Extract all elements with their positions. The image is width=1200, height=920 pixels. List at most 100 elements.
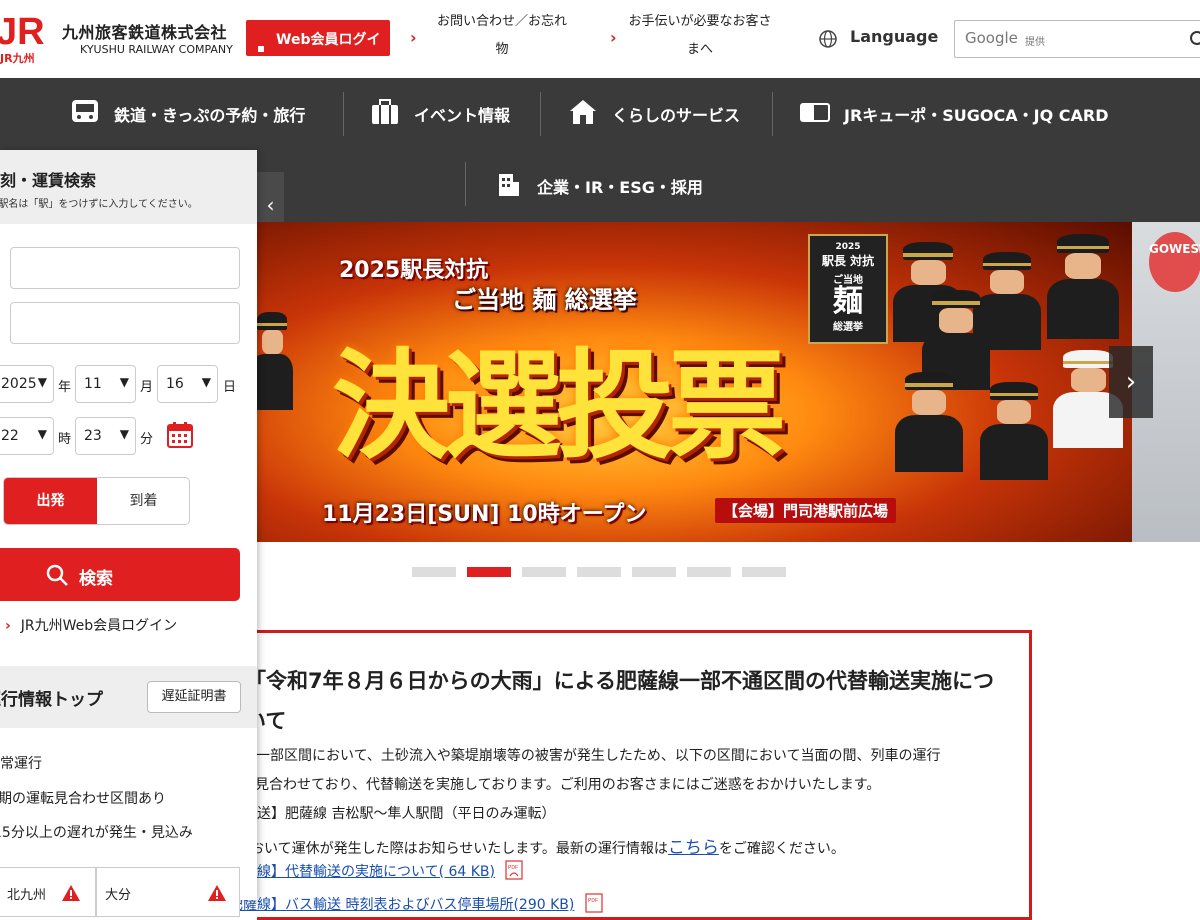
pdf-icon: PDF <box>505 860 524 880</box>
assistance-link-line2: まへ <box>686 42 713 57</box>
minute-value: 23 <box>84 428 102 444</box>
station-master-figure <box>1046 234 1120 339</box>
nav-divider <box>343 92 344 136</box>
calendar-icon[interactable] <box>166 421 194 449</box>
hero-banner[interactable]: 2025 駅長 対抗 ご当地 麺 総選挙 2025駅長対抗 ご当地 麺 総選挙 … <box>257 222 1200 542</box>
nav-divider <box>465 162 466 206</box>
login-icon <box>258 46 264 52</box>
minute-unit: 分 <box>140 432 154 447</box>
nav-divider <box>540 92 541 136</box>
panel-title: 時刻・運賃検索 <box>0 171 97 190</box>
area-name: 北九州 <box>7 888 47 903</box>
notice-title: 「令和7年８月６日からの大雨」による肥薩線一部不通区間の代替輸送実施について <box>245 669 994 733</box>
legend-suspended: 長期の運転見合わせ区間あり <box>0 791 166 807</box>
delay-certificate-button[interactable]: 遅延証明書 <box>147 681 241 713</box>
operation-info-title[interactable]: 運行情報トップ <box>0 685 103 710</box>
train-icon <box>72 100 98 122</box>
web-member-login-button[interactable]: Web会員ログイ <box>246 20 390 56</box>
slide-dot[interactable] <box>467 567 511 577</box>
year-unit: 年 <box>58 380 72 395</box>
assistance-link[interactable]: お手伝いが必要なお客さ まへ <box>620 8 780 64</box>
timetable-search-panel: 時刻・運賃検索 ※駅名は「駅」をつけずに入力してください。 2025▼ 年 11… <box>0 150 257 917</box>
hour-value: 22 <box>1 428 19 444</box>
slide-dot[interactable] <box>522 567 566 577</box>
year-select[interactable]: 2025 ▼ <box>0 365 54 403</box>
caret-down-icon: ▼ <box>201 375 211 389</box>
pdf-link-row: 【肥薩線】代替輸送の実施について( 64 KB) PDF <box>215 860 524 881</box>
nav-label-rail: 鉄道・きっぷの予約・旅行 <box>114 106 306 125</box>
chevron-right-icon: › <box>610 28 617 47</box>
slide-dot[interactable] <box>742 567 786 577</box>
google-provided-label: 提供 <box>1025 37 1045 48</box>
arrive-option[interactable]: 到着 <box>97 478 189 524</box>
badge-line1: 駅長 対抗 <box>821 254 875 268</box>
assistance-link-line1: お手伝いが必要なお客さ <box>628 14 772 29</box>
badge-year: 2025 <box>835 242 861 252</box>
notice-line: を見合わせており、代替輸送を実施しております。ご利用のお客さまにはご迷惑をおかけ… <box>241 777 881 793</box>
area-kitakyushu[interactable]: 北九州 <box>0 867 96 917</box>
pdf-link-alternative-transport[interactable]: 【肥薩線】代替輸送の実施について( 64 KB) <box>215 864 495 880</box>
depart-option[interactable]: 出発 <box>4 478 97 524</box>
notice-line-after: をご確認ください。 <box>718 841 845 857</box>
operation-info-header: 運行情報トップ 遅延証明書 <box>0 666 257 728</box>
notice-line: 肥薩線の一部区間において、土砂流入や築堤崩壊等の被害が発生したため、以下の区間に… <box>200 748 941 764</box>
notice-box: 「令和7年８月６日からの大雨」による肥薩線一部不通区間の代替輸送実施について 肥… <box>180 630 1032 920</box>
year-value: 2025 <box>1 376 37 392</box>
caret-down-icon: ▼ <box>119 427 129 441</box>
svg-text:PDF: PDF <box>588 898 598 904</box>
slide-dot[interactable] <box>577 567 621 577</box>
station-master-figure <box>257 312 293 410</box>
day-select[interactable]: 16 ▼ <box>157 365 218 403</box>
hour-select[interactable]: 22 ▼ <box>0 417 54 455</box>
card-icon <box>800 103 830 122</box>
nav-label-lifestyle: くらしのサービス <box>612 106 741 125</box>
departure-station-input[interactable] <box>10 247 240 289</box>
briefcase-icon <box>372 99 398 124</box>
google-label: Google <box>965 29 1018 47</box>
area-name: 大分 <box>105 888 132 903</box>
search-icon[interactable] <box>1189 30 1200 50</box>
badge-line4: 総選挙 <box>833 322 863 333</box>
notice-line: 代替輸送において運休が発生した際はお知らせいたします。最新の運行情報はこちらをご… <box>180 833 845 858</box>
nav-label-corporate: 企業・IR・ESG・採用 <box>537 178 703 197</box>
banner-headline: 決選投票 <box>332 337 786 475</box>
month-select[interactable]: 11 ▼ <box>75 365 136 403</box>
area-oita[interactable]: 大分 <box>96 867 240 917</box>
contact-link-line1: お問い合わせ／お忘れ <box>436 14 567 29</box>
company-name-en: KYUSHU RAILWAY COMPANY <box>80 43 233 56</box>
gowest-badge: GOWEST <box>1149 232 1200 292</box>
member-login-label: JR九州Web会員ログイン <box>20 618 178 634</box>
arrival-station-input[interactable] <box>10 302 240 344</box>
month-value: 11 <box>84 376 102 392</box>
here-link[interactable]: こちら <box>668 838 719 858</box>
minute-select[interactable]: 23 ▼ <box>75 417 136 455</box>
search-button[interactable]: 検索 <box>0 548 240 601</box>
house-icon <box>570 100 596 124</box>
slide-dot[interactable] <box>632 567 676 577</box>
search-button-label: 検索 <box>79 569 113 589</box>
warning-icon <box>208 885 226 901</box>
slide-dot[interactable] <box>687 567 731 577</box>
site-header: JR JR九州 九州旅客鉄道株式会社 KYUSHU RAILWAY COMPAN… <box>0 0 1200 78</box>
chevron-left-icon: ‹ <box>266 193 275 217</box>
chevron-right-icon: › <box>410 28 417 47</box>
chevron-right-icon: › <box>5 618 11 634</box>
globe-icon <box>819 30 837 48</box>
company-name-ja: 九州旅客鉄道株式会社 <box>62 23 228 42</box>
pdf-link-bus-timetable[interactable]: 【肥薩線】バス輸送 時刻表およびバス停車場所(290 KB) <box>215 897 574 913</box>
logo-sub-text: JR九州 <box>0 52 35 65</box>
site-search-input[interactable]: Google 提供 <box>954 20 1200 58</box>
panel-header: 時刻・運賃検索 ※駅名は「駅」をつけずに入力してください。 <box>0 150 257 224</box>
search-icon <box>46 564 68 586</box>
month-unit: 月 <box>140 380 154 395</box>
contact-lost-items-link[interactable]: お問い合わせ／お忘れ 物 <box>422 8 582 64</box>
badge-line3: 麺 <box>833 284 863 319</box>
next-slide-button[interactable]: › <box>1109 346 1153 418</box>
member-login-link[interactable]: › JR九州Web会員ログイン <box>5 615 177 635</box>
caret-down-icon: ▼ <box>37 427 47 441</box>
station-master-figure <box>922 290 990 391</box>
legend-delay: 15分以上の遅れが発生・見込み <box>0 825 193 841</box>
slide-dot[interactable] <box>412 567 456 577</box>
login-button-label: Web会員ログイ <box>276 32 381 48</box>
day-value: 16 <box>166 376 184 392</box>
